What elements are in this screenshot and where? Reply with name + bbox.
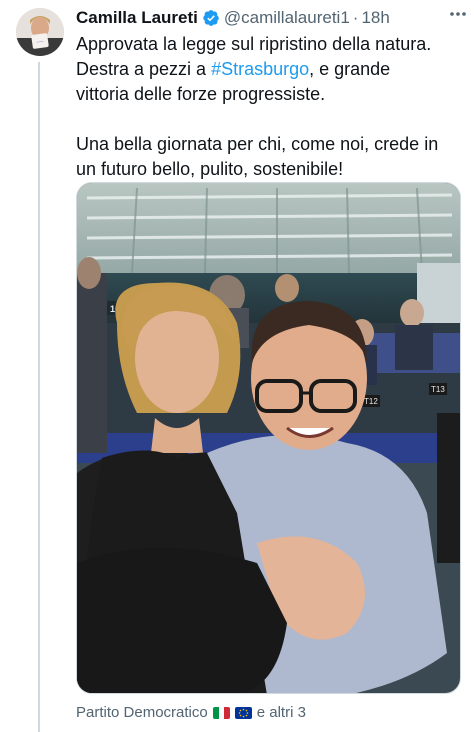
tweet-body: Approvata la legge sul ripristino della … [76, 32, 468, 182]
author-display-name[interactable]: Camilla Laureti [76, 8, 198, 28]
avatar-photo-icon: ~~~ [16, 8, 64, 56]
tweet-photo[interactable]: 10 FI T12 T13 [76, 182, 461, 694]
svg-text:~~~: ~~~ [36, 38, 44, 44]
thread-connector-line [38, 62, 40, 732]
more-options-button[interactable] [448, 4, 468, 29]
tweet-timestamp[interactable]: 18h [361, 8, 389, 28]
tagged-first-account[interactable]: Partito Democratico [76, 704, 208, 721]
tweet-text-line: Una bella giornata per chi, come noi, cr… [76, 134, 439, 154]
hashtag-link[interactable]: #Strasburgo [211, 59, 309, 79]
tweet-text-line: un futuro bello, pulito, sostenibile! [76, 159, 344, 179]
more-horizontal-icon [450, 12, 466, 16]
tweet-text-segment: , e grande [309, 59, 391, 79]
italy-flag-icon [212, 706, 230, 719]
author-handle[interactable]: @camillalaureti1 [224, 8, 350, 28]
tweet-header: Camilla Laureti @camillalaureti1 · 18h [76, 6, 464, 30]
header-separator: · [352, 8, 359, 27]
eu-flag-icon [234, 706, 252, 719]
tagged-others-link[interactable]: e altri 3 [257, 704, 306, 721]
selfie-photo-image: 10 FI T12 T13 [77, 183, 460, 693]
tagged-accounts[interactable]: Partito Democratico e altri 3 [76, 704, 306, 721]
tweet-text-line: Approvata la legge sul ripristino della … [76, 34, 432, 54]
verified-badge-icon [203, 10, 219, 26]
tweet-text-line: vittoria delle forze progressiste. [76, 84, 326, 104]
seat-label: T12 [364, 397, 378, 406]
tweet-text-segment: Destra a pezzi a [76, 59, 212, 79]
seat-label: T13 [431, 385, 445, 394]
tweet-text-line: Destra a pezzi a #Strasburgo, e grande [76, 57, 468, 82]
author-avatar[interactable]: ~~~ [16, 8, 64, 56]
